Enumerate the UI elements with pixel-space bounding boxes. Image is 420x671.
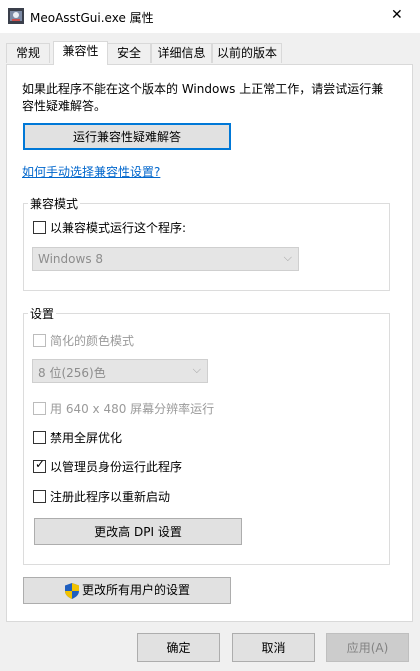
compat-mode-label: 以兼容模式运行这个程序: (50, 221, 187, 235)
tab-general[interactable]: 常规 (6, 43, 50, 63)
uac-shield-icon (65, 583, 79, 599)
tab-compatibility[interactable]: 兼容性 (53, 41, 108, 65)
cancel-button[interactable]: 取消 (232, 633, 315, 662)
intro-line-2: 容性疑难解答。 (22, 99, 107, 113)
manual-compat-link[interactable]: 如何手动选择兼容性设置? (22, 163, 160, 180)
reduced-color-label: 简化的颜色模式 (50, 334, 135, 348)
run-troubleshooter-button[interactable]: 运行兼容性疑难解答 (23, 123, 231, 150)
compat-mode-checkbox[interactable] (33, 221, 46, 234)
run-as-admin-checkbox[interactable]: ✓ (33, 457, 46, 473)
intro-line-1: 如果此程序不能在这个版本的 Windows 上正常工作，请尝试运行兼 (22, 82, 384, 96)
chevron-down-icon: ⌵ (192, 363, 201, 376)
compat-os-select[interactable]: Windows 8 ⌵ (32, 247, 299, 271)
settings-group-label: 设置 (28, 305, 57, 322)
chevron-down-icon: ⌵ (283, 251, 292, 264)
change-all-users-label: 更改所有用户的设置 (82, 583, 191, 597)
tab-security[interactable]: 安全 (107, 43, 151, 63)
app-icon (8, 8, 24, 24)
reduced-color-checkbox[interactable] (33, 334, 46, 347)
tab-details[interactable]: 详细信息 (151, 43, 212, 63)
tab-previous-versions[interactable]: 以前的版本 (212, 43, 282, 63)
change-all-users-button[interactable]: 更改所有用户的设置 (23, 577, 231, 604)
compat-mode-group-label: 兼容模式 (28, 195, 81, 212)
window-title: MeoAsstGui.exe 属性 (30, 11, 154, 25)
register-restart-label: 注册此程序以重新启动 (50, 490, 171, 504)
run-as-admin-label: 以管理员身份运行此程序 (50, 460, 183, 474)
compat-os-value: Windows 8 (38, 252, 104, 266)
change-dpi-button[interactable]: 更改高 DPI 设置 (34, 518, 242, 545)
color-mode-value: 8 位(256)色 (38, 366, 106, 380)
title-bar: MeoAsstGui.exe 属性 ✕ (0, 0, 420, 33)
register-restart-checkbox[interactable] (33, 490, 46, 503)
res-640-checkbox[interactable] (33, 402, 46, 415)
res-640-label: 用 640 x 480 屏幕分辨率运行 (50, 402, 215, 416)
ok-button[interactable]: 确定 (137, 633, 220, 662)
check-icon: ✓ (35, 457, 46, 471)
disable-fullscreen-checkbox[interactable] (33, 431, 46, 444)
apply-button[interactable]: 应用(A) (326, 633, 409, 662)
color-mode-select[interactable]: 8 位(256)色 ⌵ (32, 359, 208, 383)
close-icon[interactable]: ✕ (391, 7, 403, 23)
disable-fullscreen-label: 禁用全屏优化 (50, 431, 123, 445)
